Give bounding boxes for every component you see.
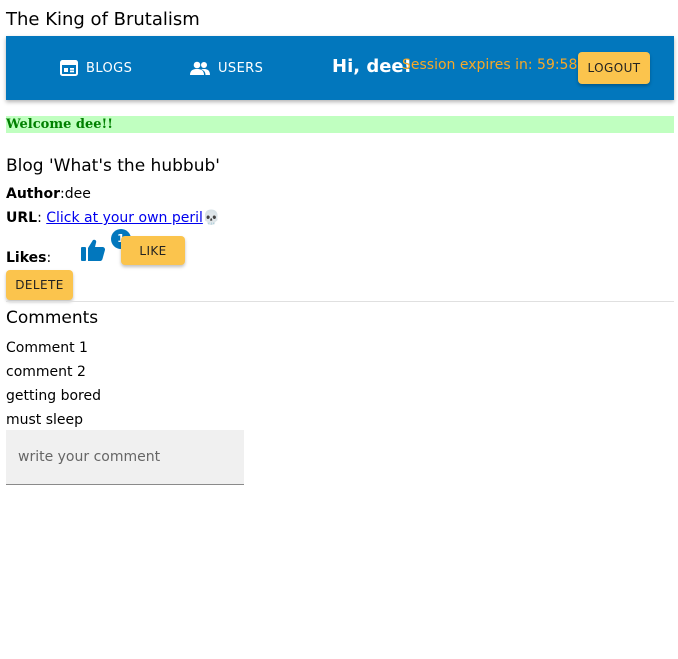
logout-button[interactable]: LOGOUT	[578, 52, 650, 84]
welcome-notification: Welcome dee!!	[6, 116, 674, 133]
blog-url-link[interactable]: Click at your own peril	[46, 210, 203, 226]
skull-icon: 💀	[202, 210, 221, 226]
session-timer: Session expires in: 59:58	[402, 57, 578, 73]
app-title: The King of Brutalism	[6, 9, 200, 30]
thumbs-up-icon	[81, 239, 106, 261]
nav-users-label: USERS	[218, 60, 264, 76]
likes-row: Likes:	[6, 250, 52, 266]
blog-author-row: Author:dee	[6, 186, 91, 202]
delete-button[interactable]: DELETE	[6, 270, 73, 300]
likes-label: Likes	[6, 250, 47, 266]
author-value: dee	[64, 186, 91, 202]
section-divider	[6, 301, 674, 302]
blogs-icon	[60, 60, 78, 76]
comment-item: Comment 1	[6, 340, 88, 356]
top-navbar: BLOGS USERS Hi, dee! Session expires in:…	[6, 36, 674, 100]
comment-item: must sleep	[6, 412, 84, 428]
comment-list: Comment 1 comment 2 getting bored must s…	[6, 336, 101, 432]
nav-blogs-label: BLOGS	[86, 60, 133, 76]
comments-title: Comments	[6, 308, 99, 328]
url-label: URL	[6, 210, 38, 226]
author-label: Author	[6, 186, 60, 202]
blog-url-row: URL: Click at your own peril💀	[6, 210, 221, 226]
users-icon	[190, 61, 210, 75]
user-greeting: Hi, dee!	[332, 56, 412, 77]
comment-input[interactable]	[6, 430, 244, 485]
nav-users-link[interactable]: USERS	[190, 58, 263, 78]
blog-title: Blog 'What's the hubbub'	[6, 156, 220, 176]
like-button[interactable]: LIKE	[121, 236, 185, 265]
nav-blogs-link[interactable]: BLOGS	[60, 58, 132, 78]
comment-item: comment 2	[6, 364, 86, 380]
comment-item: getting bored	[6, 388, 101, 404]
